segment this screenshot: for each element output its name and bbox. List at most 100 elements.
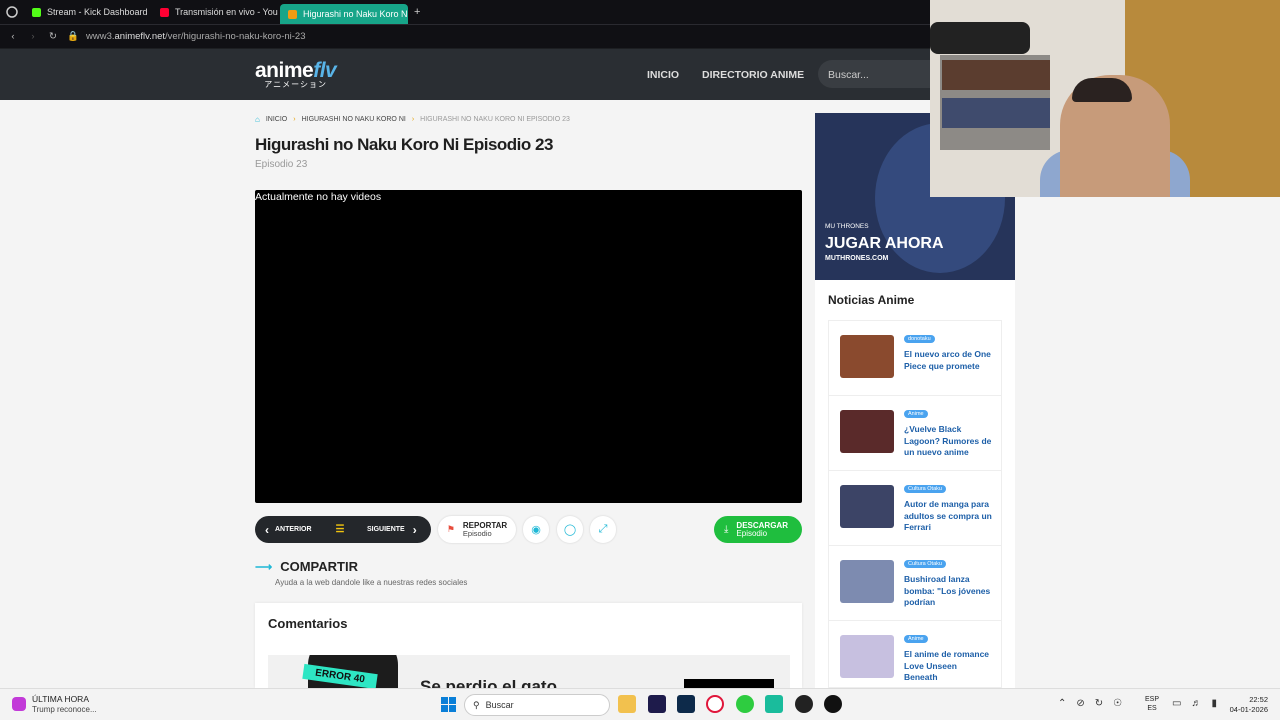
search-input[interactable]: Buscar... (818, 60, 930, 88)
sync-icon[interactable]: ↻ (1095, 698, 1103, 709)
breadcrumb-series[interactable]: HIGURASHI NO NAKU KORO NI (302, 116, 406, 123)
news-title: Noticias Anime (828, 293, 915, 307)
report-button[interactable]: ⚑ REPORTAR Episodio (438, 516, 516, 543)
ad-cta: JUGAR AHORA (825, 235, 944, 252)
animeflv-icon (288, 9, 297, 19)
obs-icon[interactable] (795, 695, 813, 713)
news-tag: donotaku (904, 335, 935, 343)
download-sub: Episodio (736, 528, 768, 538)
media-player-icon[interactable] (824, 695, 842, 713)
news-item[interactable]: Anime El anime de romance Love Unseen Be… (829, 621, 1001, 687)
file-explorer-icon[interactable] (618, 695, 636, 713)
news-thumbnail (840, 335, 894, 378)
episode-list-icon[interactable]: ☰ (325, 524, 355, 535)
system-tray-right: ▭ ♬ ▮ (1172, 698, 1217, 709)
share-icon: ⟶ (255, 559, 273, 574)
lightbulb-icon[interactable]: ◯ (557, 516, 583, 543)
breadcrumb-current: HIGURASHI NO NAKU KORO NI EPISODIO 23 (420, 116, 570, 123)
news-item-title: El nuevo arco de One Piece que promete (904, 349, 991, 371)
news-item[interactable]: Cultura Otaku Bushiroad lanza bomba: "Lo… (829, 546, 1001, 621)
chevron-up-icon[interactable]: ⌃ (1058, 698, 1066, 709)
news-widget-icon (12, 697, 26, 711)
browser-logo-icon[interactable] (0, 6, 24, 18)
webcam-bag (930, 22, 1030, 54)
breadcrumb: ⌂ INICIO › HIGURASHI NO NAKU KORO NI › H… (255, 115, 570, 124)
youtube-icon (160, 7, 169, 17)
page-title: Higurashi no Naku Koro Ni Episodio 23 (255, 135, 553, 154)
news-item[interactable]: Anime ¿Vuelve Black Lagoon? Rumores de u… (829, 396, 1001, 471)
system-tray: ⌃ ⊘ ↻ ☉ (1058, 698, 1122, 709)
url-field[interactable]: www3.animeflv.net/ver/higurashi-no-naku-… (86, 31, 306, 42)
nav-inicio[interactable]: INICIO (647, 69, 679, 81)
display-icon[interactable]: ▭ (1172, 698, 1181, 709)
news-tag: Cultura Otaku (904, 560, 946, 568)
nav-directorio[interactable]: DIRECTORIO ANIME (702, 69, 804, 81)
forward-icon[interactable]: › (26, 31, 40, 42)
chevron-left-icon: ‹ (265, 522, 269, 537)
webcam-books (942, 98, 1050, 128)
clock[interactable]: 22:52 04-01-2026 (1222, 695, 1268, 715)
player-message: Actualmente no hay videos (255, 191, 382, 203)
download-icon: ⤓ (724, 523, 729, 535)
url-prefix: www3. (86, 31, 115, 42)
news-item[interactable]: donotaku El nuevo arco de One Piece que … (829, 321, 1001, 396)
home-icon: ⌂ (255, 115, 260, 124)
episode-subtitle: Episodio 23 (255, 159, 308, 170)
eye-icon[interactable]: ◉ (523, 516, 549, 543)
app-icon[interactable] (765, 695, 783, 713)
news-thumbnail (840, 560, 894, 603)
comments-title: Comentarios (268, 616, 348, 631)
tab-kick[interactable]: Stream - Kick Dashboard (24, 0, 152, 24)
language-indicator[interactable]: ESP ES (1145, 695, 1159, 713)
news-panel: Noticias Anime donotaku El nuevo arco de… (815, 280, 1015, 688)
next-label: SIGUIENTE (367, 526, 405, 533)
site-logo[interactable]: animeflv アニメーション (255, 59, 337, 90)
clock-date: 04-01-2026 (1229, 705, 1268, 714)
download-button[interactable]: ⤓ DESCARGAR Episodio (714, 516, 802, 543)
logo-sub: アニメーション (264, 80, 327, 89)
flag-icon: ⚑ (446, 524, 455, 534)
news-item[interactable]: Cultura Otaku Autor de manga para adulto… (829, 471, 1001, 546)
lang-top: ESP (1145, 696, 1160, 703)
lock-icon: 🔒 (67, 31, 79, 42)
windows-start-icon[interactable] (441, 697, 456, 712)
photoshop-icon[interactable] (677, 695, 695, 713)
video-player[interactable]: Actualmente no hay videos (255, 190, 802, 503)
expand-icon[interactable]: ⤢ (590, 516, 616, 543)
breadcrumb-inicio[interactable]: INICIO (266, 116, 287, 123)
previous-label: ANTERIOR (275, 526, 312, 533)
report-sub: Episodio (462, 528, 492, 538)
tab-label: Higurashi no Naku Koro Ni (303, 9, 408, 19)
comments-embed: ERROR 40 Se perdio el gato (268, 655, 790, 688)
reload-icon[interactable]: ↻ (46, 31, 60, 42)
premiere-icon[interactable] (648, 695, 666, 713)
opera-icon[interactable] (706, 695, 724, 713)
taskbar-search-label: Buscar (485, 700, 514, 710)
app-icon[interactable] (736, 695, 754, 713)
tab-youtube[interactable]: Transmisión en vivo - You (152, 0, 280, 24)
tab-animeflv[interactable]: Higurashi no Naku Koro Ni (280, 4, 408, 24)
battery-icon[interactable]: ▮ (1211, 698, 1217, 709)
taskbar-search[interactable]: ⚲ Buscar (464, 694, 610, 716)
mic-icon[interactable]: ☉ (1113, 698, 1122, 709)
previous-button[interactable]: ‹ ANTERIOR (255, 523, 325, 537)
news-tag: Anime (904, 410, 928, 418)
network-off-icon[interactable]: ⊘ (1076, 698, 1084, 709)
next-button[interactable]: SIGUIENTE › (355, 523, 417, 537)
search-icon: ⚲ (473, 699, 480, 710)
news-widget-title: ÚLTIMA HORA (32, 694, 89, 704)
webcam-books (942, 60, 1050, 90)
webcam-person-hair (1072, 78, 1132, 102)
chevron-right-icon: › (411, 116, 415, 123)
clock-time: 22:52 (1249, 695, 1268, 704)
episode-navigation: ‹ ANTERIOR ☰ SIGUIENTE › (255, 516, 431, 543)
news-widget[interactable]: ÚLTIMA HORA Trump reconoce... (12, 694, 97, 714)
lang-bottom: ES (1147, 705, 1157, 712)
url-host: animeflv.net (114, 31, 166, 42)
back-icon[interactable]: ‹ (6, 31, 20, 42)
news-item-title: ¿Vuelve Black Lagoon? Rumores de un nuev… (904, 424, 992, 457)
news-list: donotaku El nuevo arco de One Piece que … (828, 320, 1002, 688)
new-tab-button[interactable]: + (408, 6, 426, 18)
share-title: COMPARTIR (280, 559, 358, 574)
volume-icon[interactable]: ♬ (1191, 698, 1201, 709)
